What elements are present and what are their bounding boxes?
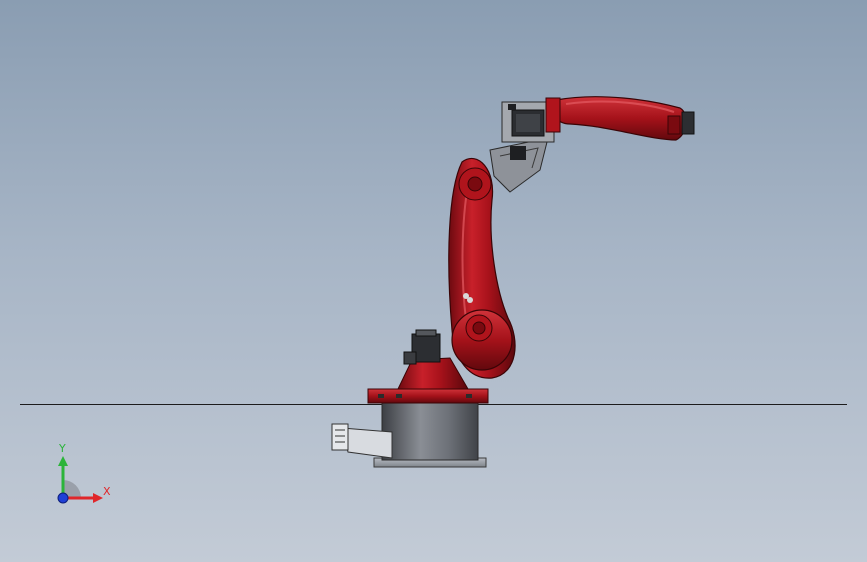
y-axis-label: Y [59, 442, 66, 455]
coordinate-triad: Y X [45, 440, 125, 510]
lower-arm [448, 157, 516, 379]
robot-base [331, 398, 487, 468]
elbow-housing [489, 137, 549, 193]
axis4-motor-housing [501, 97, 561, 143]
triad-axes [57, 456, 103, 504]
axis1-motor [403, 329, 441, 365]
graphics-viewport[interactable]: Y X [0, 0, 867, 562]
upper-arm [552, 96, 695, 141]
robot-arm-model[interactable] [0, 0, 867, 562]
x-axis-label: X [103, 485, 111, 498]
